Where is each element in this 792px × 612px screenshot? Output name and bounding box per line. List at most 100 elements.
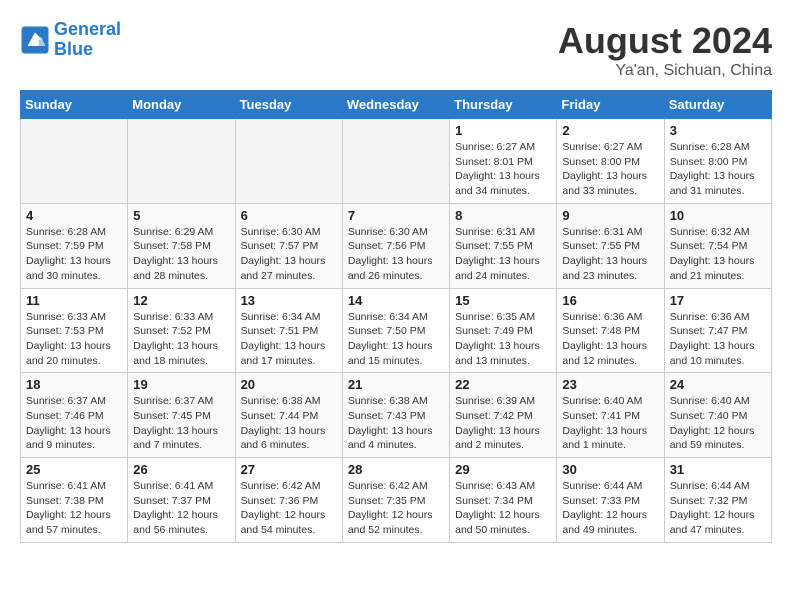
day-cell: 18 Sunrise: 6:37 AMSunset: 7:46 PMDayligh… (21, 373, 128, 458)
day-number: 20 (241, 377, 337, 392)
day-number: 30 (562, 462, 658, 477)
day-cell: 12 Sunrise: 6:33 AMSunset: 7:52 PMDayligh… (128, 288, 235, 373)
day-cell: 23 Sunrise: 6:40 AMSunset: 7:41 PMDayligh… (557, 373, 664, 458)
week-row-5: 25 Sunrise: 6:41 AMSunset: 7:38 PMDayligh… (21, 458, 772, 543)
day-number: 2 (562, 123, 658, 138)
day-number: 9 (562, 208, 658, 223)
week-row-2: 4 Sunrise: 6:28 AMSunset: 7:59 PMDaylight… (21, 203, 772, 288)
day-info: Sunrise: 6:41 AMSunset: 7:37 PMDaylight:… (133, 479, 229, 538)
day-cell: 9 Sunrise: 6:31 AMSunset: 7:55 PMDaylight… (557, 203, 664, 288)
day-number: 4 (26, 208, 122, 223)
week-row-1: 1Sunrise: 6:27 AMSunset: 8:01 PMDaylight… (21, 119, 772, 204)
header-monday: Monday (128, 91, 235, 119)
day-number: 27 (241, 462, 337, 477)
day-info: Sunrise: 6:27 AMSunset: 8:00 PMDaylight:… (562, 140, 658, 199)
logo-text: General Blue (54, 20, 121, 60)
header-wednesday: Wednesday (342, 91, 449, 119)
day-info: Sunrise: 6:42 AMSunset: 7:36 PMDaylight:… (241, 479, 337, 538)
day-number: 10 (670, 208, 766, 223)
day-number: 22 (455, 377, 551, 392)
day-info: Sunrise: 6:35 AMSunset: 7:49 PMDaylight:… (455, 310, 551, 369)
day-number: 14 (348, 293, 444, 308)
day-number: 13 (241, 293, 337, 308)
day-info: Sunrise: 6:33 AMSunset: 7:53 PMDaylight:… (26, 310, 122, 369)
day-cell: 7 Sunrise: 6:30 AMSunset: 7:56 PMDaylight… (342, 203, 449, 288)
day-cell: 13Sunrise: 6:34 AMSunset: 7:51 PMDayligh… (235, 288, 342, 373)
day-number: 28 (348, 462, 444, 477)
day-cell: 26 Sunrise: 6:41 AMSunset: 7:37 PMDayligh… (128, 458, 235, 543)
page-title: August 2024 (558, 20, 772, 62)
day-number: 12 (133, 293, 229, 308)
day-cell (235, 119, 342, 204)
day-number: 1 (455, 123, 551, 138)
day-number: 21 (348, 377, 444, 392)
day-number: 31 (670, 462, 766, 477)
day-number: 3 (670, 123, 766, 138)
header-tuesday: Tuesday (235, 91, 342, 119)
day-number: 19 (133, 377, 229, 392)
day-info: Sunrise: 6:44 AMSunset: 7:33 PMDaylight:… (562, 479, 658, 538)
day-info: Sunrise: 6:36 AMSunset: 7:48 PMDaylight:… (562, 310, 658, 369)
day-cell: 22 Sunrise: 6:39 AMSunset: 7:42 PMDayligh… (450, 373, 557, 458)
day-cell: 3 Sunrise: 6:28 AMSunset: 8:00 PMDaylight… (664, 119, 771, 204)
day-cell: 19Sunrise: 6:37 AMSunset: 7:45 PMDayligh… (128, 373, 235, 458)
day-number: 6 (241, 208, 337, 223)
day-info: Sunrise: 6:39 AMSunset: 7:42 PMDaylight:… (455, 394, 551, 453)
day-number: 7 (348, 208, 444, 223)
day-info: Sunrise: 6:28 AMSunset: 8:00 PMDaylight:… (670, 140, 766, 199)
week-row-4: 18 Sunrise: 6:37 AMSunset: 7:46 PMDayligh… (21, 373, 772, 458)
day-info: Sunrise: 6:31 AMSunset: 7:55 PMDaylight:… (562, 225, 658, 284)
header-saturday: Saturday (664, 91, 771, 119)
day-info: Sunrise: 6:40 AMSunset: 7:40 PMDaylight:… (670, 394, 766, 453)
day-cell: 31 Sunrise: 6:44 AMSunset: 7:32 PMDayligh… (664, 458, 771, 543)
day-cell: 21 Sunrise: 6:38 AMSunset: 7:43 PMDayligh… (342, 373, 449, 458)
day-cell (128, 119, 235, 204)
day-cell: 15 Sunrise: 6:35 AMSunset: 7:49 PMDayligh… (450, 288, 557, 373)
day-number: 23 (562, 377, 658, 392)
day-cell: 5 Sunrise: 6:29 AMSunset: 7:58 PMDaylight… (128, 203, 235, 288)
header-thursday: Thursday (450, 91, 557, 119)
day-cell: 27 Sunrise: 6:42 AMSunset: 7:36 PMDayligh… (235, 458, 342, 543)
day-info: Sunrise: 6:36 AMSunset: 7:47 PMDaylight:… (670, 310, 766, 369)
day-cell: 4 Sunrise: 6:28 AMSunset: 7:59 PMDaylight… (21, 203, 128, 288)
day-info: Sunrise: 6:37 AMSunset: 7:46 PMDaylight:… (26, 394, 122, 453)
day-info: Sunrise: 6:41 AMSunset: 7:38 PMDaylight:… (26, 479, 122, 538)
day-cell: 2 Sunrise: 6:27 AMSunset: 8:00 PMDaylight… (557, 119, 664, 204)
day-cell: 29Sunrise: 6:43 AMSunset: 7:34 PMDayligh… (450, 458, 557, 543)
calendar-table: SundayMondayTuesdayWednesdayThursdayFrid… (20, 90, 772, 543)
logo-icon (20, 25, 50, 55)
day-cell (21, 119, 128, 204)
day-number: 25 (26, 462, 122, 477)
day-cell: 14 Sunrise: 6:34 AMSunset: 7:50 PMDayligh… (342, 288, 449, 373)
day-number: 18 (26, 377, 122, 392)
day-cell: 24Sunrise: 6:40 AMSunset: 7:40 PMDayligh… (664, 373, 771, 458)
day-info: Sunrise: 6:30 AMSunset: 7:56 PMDaylight:… (348, 225, 444, 284)
day-cell (342, 119, 449, 204)
header-friday: Friday (557, 91, 664, 119)
day-number: 8 (455, 208, 551, 223)
day-info: Sunrise: 6:44 AMSunset: 7:32 PMDaylight:… (670, 479, 766, 538)
day-cell: 20 Sunrise: 6:38 AMSunset: 7:44 PMDayligh… (235, 373, 342, 458)
day-cell: 25 Sunrise: 6:41 AMSunset: 7:38 PMDayligh… (21, 458, 128, 543)
logo: General Blue (20, 20, 121, 60)
day-info: Sunrise: 6:42 AMSunset: 7:35 PMDaylight:… (348, 479, 444, 538)
day-cell: 17 Sunrise: 6:36 AMSunset: 7:47 PMDayligh… (664, 288, 771, 373)
day-info: Sunrise: 6:28 AMSunset: 7:59 PMDaylight:… (26, 225, 122, 284)
day-info: Sunrise: 6:29 AMSunset: 7:58 PMDaylight:… (133, 225, 229, 284)
day-number: 15 (455, 293, 551, 308)
day-number: 11 (26, 293, 122, 308)
day-info: Sunrise: 6:43 AMSunset: 7:34 PMDaylight:… (455, 479, 551, 538)
day-cell: 16Sunrise: 6:36 AMSunset: 7:48 PMDayligh… (557, 288, 664, 373)
day-number: 5 (133, 208, 229, 223)
day-info: Sunrise: 6:33 AMSunset: 7:52 PMDaylight:… (133, 310, 229, 369)
day-cell: 11 Sunrise: 6:33 AMSunset: 7:53 PMDayligh… (21, 288, 128, 373)
day-info: Sunrise: 6:38 AMSunset: 7:43 PMDaylight:… (348, 394, 444, 453)
day-info: Sunrise: 6:31 AMSunset: 7:55 PMDaylight:… (455, 225, 551, 284)
day-info: Sunrise: 6:40 AMSunset: 7:41 PMDaylight:… (562, 394, 658, 453)
day-info: Sunrise: 6:34 AMSunset: 7:50 PMDaylight:… (348, 310, 444, 369)
week-row-3: 11 Sunrise: 6:33 AMSunset: 7:53 PMDayligh… (21, 288, 772, 373)
day-number: 17 (670, 293, 766, 308)
day-number: 26 (133, 462, 229, 477)
days-header-row: SundayMondayTuesdayWednesdayThursdayFrid… (21, 91, 772, 119)
day-info: Sunrise: 6:38 AMSunset: 7:44 PMDaylight:… (241, 394, 337, 453)
